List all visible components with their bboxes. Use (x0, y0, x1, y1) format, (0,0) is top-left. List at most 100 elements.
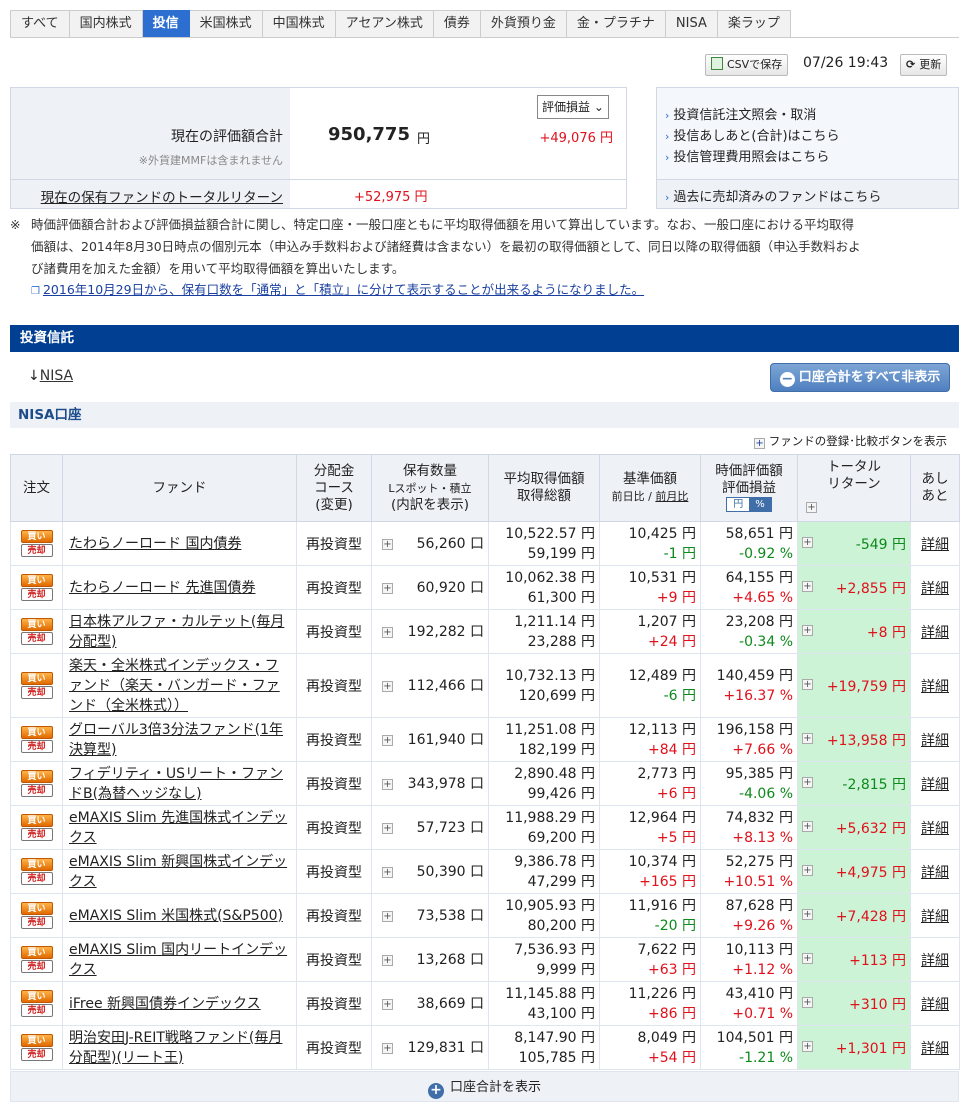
buy-button[interactable]: 買い (20, 946, 53, 959)
sell-button[interactable]: 売却 (20, 686, 53, 699)
tab-9[interactable]: NISA (665, 10, 718, 38)
buy-button[interactable]: 買い (20, 530, 53, 543)
fund-link[interactable]: たわらノーロード 先進国債券 (69, 580, 255, 596)
buy-button[interactable]: 買い (20, 770, 53, 783)
footprint-link[interactable]: 投信あしあと(合計)はこちら (665, 125, 839, 144)
fund-link[interactable]: iFree 新興国債券インデックス (69, 996, 261, 1012)
toggle-percent[interactable]: % (749, 498, 771, 511)
detail-link[interactable]: 詳細 (921, 625, 949, 641)
fund-link[interactable]: 明治安田J-REIT戦略ファンド(毎月分配型)(リート王) (69, 1030, 282, 1066)
detail-link[interactable]: 詳細 (921, 733, 949, 749)
hide-all-totals-button[interactable]: − 口座合計をすべて非表示 (770, 363, 950, 392)
detail-link[interactable]: 詳細 (921, 537, 949, 553)
sell-button[interactable]: 売却 (20, 784, 53, 797)
detail-link[interactable]: 詳細 (921, 679, 949, 695)
breakdown-expand-icon[interactable]: + (382, 954, 393, 966)
tab-10[interactable]: 楽ラップ (717, 10, 791, 38)
expand-icon[interactable]: + (802, 996, 813, 1008)
buy-button[interactable]: 買い (20, 814, 53, 827)
fund-link[interactable]: eMAXIS Slim 国内リートインデックス (69, 942, 287, 978)
tab-6[interactable]: 債券 (433, 10, 481, 38)
sell-button[interactable]: 売却 (20, 828, 53, 841)
buy-button[interactable]: 買い (20, 902, 53, 915)
fund-link[interactable]: 楽天・全米株式インデックス・ファンド（楽天・バンガード・ファンド（全米株式）） (69, 658, 280, 714)
expand-icon[interactable]: + (802, 908, 813, 920)
breakdown-expand-icon[interactable]: + (382, 778, 393, 790)
expand-icon[interactable]: + (802, 678, 813, 690)
show-total-button[interactable]: + 口座合計を表示 (10, 1071, 959, 1102)
split-holdings-link[interactable]: 2016年10月29日から、保有口数を「通常」と「積立」に分けて表示することが出… (43, 282, 644, 297)
order-inquiry-link[interactable]: 投資信託注文照会・取消 (665, 104, 816, 123)
expand-icon[interactable]: + (802, 864, 813, 876)
detail-link[interactable]: 詳細 (921, 997, 949, 1013)
yen-percent-toggle[interactable]: 円% (726, 497, 772, 512)
expand-icon[interactable]: + (802, 1040, 813, 1052)
fund-link[interactable]: グローバル3倍3分法ファンド(1年決算型) (69, 722, 283, 758)
tab-3[interactable]: 米国株式 (189, 10, 263, 38)
buy-button[interactable]: 買い (20, 726, 53, 739)
sell-button[interactable]: 売却 (20, 1048, 53, 1061)
fund-link[interactable]: たわらノーロード 国内債券 (69, 536, 241, 552)
nisa-anchor[interactable]: ↓NISA (28, 368, 73, 384)
detail-link[interactable]: 詳細 (921, 1041, 949, 1057)
detail-link[interactable]: 詳細 (921, 865, 949, 881)
expand-icon[interactable]: + (802, 952, 813, 964)
sell-button[interactable]: 売却 (20, 740, 53, 753)
fund-link[interactable]: 日本株アルファ・カルテット(毎月分配型) (69, 614, 284, 650)
fund-link[interactable]: eMAXIS Slim 先進国株式インデックス (69, 810, 287, 846)
total-return-link[interactable]: 現在の保有ファンドのトータルリターン (41, 186, 283, 206)
breakdown-expand-icon[interactable]: + (382, 866, 393, 878)
refresh-button[interactable]: ⟳ 更新 (900, 54, 948, 76)
detail-link[interactable]: 詳細 (921, 909, 949, 925)
sell-button[interactable]: 売却 (20, 588, 53, 601)
breakdown-expand-icon[interactable]: + (382, 626, 393, 638)
sold-funds-link[interactable]: 過去に売却済みのファンドはこちら (665, 186, 881, 205)
fund-link[interactable]: eMAXIS Slim 米国株式(S&P500) (69, 908, 283, 924)
tab-0[interactable]: すべて (11, 10, 70, 38)
expand-icon[interactable]: + (802, 624, 813, 636)
expand-icon[interactable]: + (802, 776, 813, 788)
sell-button[interactable]: 売却 (20, 960, 53, 973)
buy-button[interactable]: 買い (20, 618, 53, 631)
pl-type-select[interactable]: 評価損益 ⌄ (537, 95, 609, 119)
expand-icon[interactable]: + (802, 820, 813, 832)
tab-4[interactable]: 中国株式 (262, 10, 336, 38)
sell-button[interactable]: 売却 (20, 544, 53, 557)
breakdown-expand-icon[interactable]: + (382, 680, 393, 692)
detail-link[interactable]: 詳細 (921, 821, 949, 837)
tab-2[interactable]: 投信 (142, 10, 190, 38)
expand-icon[interactable]: + (806, 502, 817, 513)
sell-button[interactable]: 売却 (20, 632, 53, 645)
buy-button[interactable]: 買い (20, 858, 53, 871)
expand-icon[interactable]: + (802, 536, 813, 548)
breakdown-expand-icon[interactable]: + (382, 998, 393, 1010)
sell-button[interactable]: 売却 (20, 916, 53, 929)
tab-8[interactable]: 金・プラチナ (566, 10, 666, 38)
breakdown-expand-icon[interactable]: + (382, 538, 393, 550)
sell-button[interactable]: 売却 (20, 872, 53, 885)
detail-link[interactable]: 詳細 (921, 777, 949, 793)
breakdown-expand-icon[interactable]: + (382, 1042, 393, 1054)
sell-button[interactable]: 売却 (20, 1004, 53, 1017)
detail-link[interactable]: 詳細 (921, 953, 949, 969)
breakdown-expand-icon[interactable]: + (382, 734, 393, 746)
tab-7[interactable]: 外貨預り金 (480, 10, 567, 38)
buy-button[interactable]: 買い (20, 672, 53, 685)
expand-icon[interactable]: + (802, 732, 813, 744)
csv-save-button[interactable]: CSVで保存 (705, 54, 789, 76)
tab-1[interactable]: 国内株式 (69, 10, 143, 38)
tab-5[interactable]: アセアン株式 (335, 10, 434, 38)
breakdown-expand-icon[interactable]: + (382, 582, 393, 594)
buy-button[interactable]: 買い (20, 1034, 53, 1047)
expand-icon[interactable]: + (802, 580, 813, 592)
breakdown-expand-icon[interactable]: + (382, 910, 393, 922)
detail-link[interactable]: 詳細 (921, 581, 949, 597)
compare-toggle[interactable]: + ファンドの登録･比較ボタンを表示 (754, 433, 947, 449)
prev-month-link[interactable]: 前月比 (655, 490, 688, 503)
breakdown-expand-icon[interactable]: + (382, 822, 393, 834)
buy-button[interactable]: 買い (20, 574, 53, 587)
management-fee-link[interactable]: 投信管理費用照会はこちら (665, 146, 829, 165)
fund-link[interactable]: フィデリティ・USリート・ファンドB(為替ヘッジなし) (69, 766, 283, 802)
buy-button[interactable]: 買い (20, 990, 53, 1003)
fund-link[interactable]: eMAXIS Slim 新興国株式インデックス (69, 854, 287, 890)
